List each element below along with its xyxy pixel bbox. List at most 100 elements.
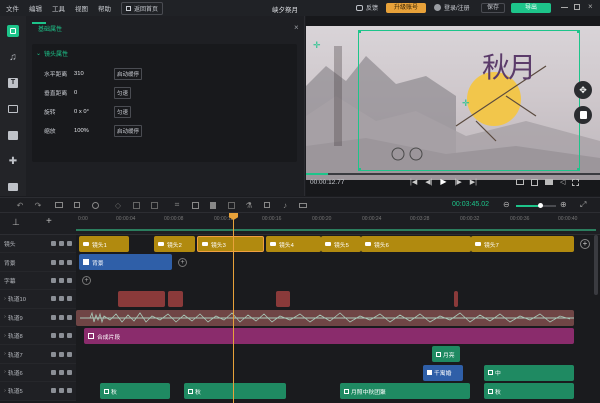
rail-image-button[interactable]	[0, 122, 26, 148]
crop-tool-icon[interactable]: ⌗	[171, 199, 183, 211]
track-controls[interactable]	[51, 388, 72, 394]
track-header-background[interactable]: 背景	[0, 253, 76, 272]
trash-icon[interactable]	[67, 333, 72, 339]
menu-edit[interactable]: 编辑	[29, 3, 42, 13]
property-value-input[interactable]: 310	[74, 71, 114, 77]
maximize-icon[interactable]	[574, 4, 580, 10]
lock-icon[interactable]	[59, 314, 64, 320]
trash-icon[interactable]	[67, 388, 72, 394]
work-area-bar[interactable]	[76, 229, 596, 231]
audio-clip[interactable]	[454, 291, 458, 308]
easing-button[interactable]: 启动缓停	[114, 67, 143, 80]
lens-clip[interactable]: 镜头6	[361, 236, 471, 252]
add-lens-icon[interactable]: +	[580, 239, 590, 249]
chevron-right-icon[interactable]: ›	[4, 296, 6, 302]
audio-clip[interactable]	[168, 291, 183, 308]
upgrade-button[interactable]: 升级账号	[386, 3, 426, 13]
preview-canvas[interactable]: 秋月 ✛ ✛ ✥	[306, 26, 600, 180]
forward-icon[interactable]: |▶	[455, 178, 462, 186]
track-header-10[interactable]: › 轨道10	[0, 290, 76, 309]
rail-lens-button[interactable]	[0, 18, 26, 44]
lens-clip[interactable]: 镜头4	[266, 236, 321, 252]
easing-button[interactable]: 匀速	[114, 105, 132, 118]
menu-file[interactable]: 文件	[6, 3, 19, 13]
crop-icon[interactable]	[531, 178, 538, 186]
add-background-icon[interactable]: +	[178, 258, 187, 267]
track-controls[interactable]	[51, 314, 72, 320]
eye-icon[interactable]	[51, 369, 56, 375]
frame-handle[interactable]	[577, 168, 580, 171]
trash-icon[interactable]	[67, 277, 72, 283]
text-clip[interactable]: 秋	[484, 383, 574, 400]
frame-handle[interactable]	[577, 30, 580, 33]
fit-icon[interactable]: ⤢	[580, 200, 586, 210]
property-value-input[interactable]: 0	[74, 90, 114, 96]
aspect-icon[interactable]	[516, 179, 524, 185]
playhead[interactable]	[233, 215, 234, 403]
eye-icon[interactable]	[51, 333, 56, 339]
eye-icon[interactable]	[51, 277, 56, 283]
lock-icon[interactable]	[59, 369, 64, 375]
lens-clip[interactable]: 镜头7	[471, 236, 574, 252]
fullscreen-icon[interactable]	[572, 178, 580, 186]
export-clip-icon[interactable]	[261, 199, 273, 211]
audio-icon[interactable]: ♪	[279, 199, 291, 211]
chevron-right-icon[interactable]: ›	[4, 351, 6, 357]
lock-icon[interactable]	[59, 351, 64, 357]
track-header-9[interactable]: › 轨道9	[0, 308, 76, 327]
trash-icon[interactable]	[67, 369, 72, 375]
freeze-icon[interactable]	[225, 199, 237, 211]
track-controls[interactable]	[51, 369, 72, 375]
composite-clip[interactable]: 合成片段	[84, 328, 574, 344]
eye-icon[interactable]	[51, 296, 56, 302]
text-clip[interactable]: 秋	[100, 383, 170, 400]
redo-icon[interactable]: ↷	[32, 199, 44, 211]
eye-icon[interactable]	[51, 314, 56, 320]
track-header-5[interactable]: › 轨道5	[0, 382, 76, 401]
track-controls[interactable]	[51, 241, 72, 247]
rail-effects-button[interactable]: ✚	[0, 148, 26, 174]
track-header-8[interactable]: › 轨道8	[0, 327, 76, 346]
volume-icon[interactable]: ◁	[560, 178, 565, 186]
keyframe-icon[interactable]: ◇	[112, 199, 124, 211]
next-icon[interactable]: ▶|	[470, 178, 477, 186]
menu-help[interactable]: 帮助	[98, 3, 111, 13]
home-button[interactable]: 返回首页	[121, 1, 164, 15]
prev-icon[interactable]: |◀	[410, 178, 417, 186]
crosshair-icon[interactable]: ✛	[313, 40, 321, 51]
track-header-6[interactable]: › 轨道6	[0, 363, 76, 383]
zoom-slider-thumb[interactable]	[538, 203, 543, 208]
speed-icon[interactable]	[89, 199, 101, 211]
zoom-in-icon[interactable]: ⊕	[560, 200, 567, 209]
record-icon[interactable]	[53, 199, 65, 211]
undo-icon[interactable]: ↶	[14, 199, 26, 211]
chevron-right-icon[interactable]: ›	[4, 369, 6, 375]
rail-text-button[interactable]: T	[0, 70, 26, 96]
delete-icon[interactable]	[207, 199, 219, 211]
lock-icon[interactable]	[59, 277, 64, 283]
chevron-right-icon[interactable]: ›	[4, 388, 6, 394]
add-track-icon[interactable]: +	[46, 216, 52, 227]
split-icon[interactable]	[71, 199, 83, 211]
chevron-right-icon[interactable]: ›	[4, 333, 6, 339]
lens-clip[interactable]: 镜头1	[79, 236, 129, 252]
snap-icon[interactable]: ⊥	[12, 217, 20, 228]
trash-icon[interactable]	[67, 314, 72, 320]
audio-clip[interactable]	[276, 291, 290, 308]
track-controls[interactable]	[51, 296, 72, 302]
ratio-icon[interactable]	[297, 199, 309, 211]
lock-icon[interactable]	[59, 241, 64, 247]
lock-icon[interactable]	[59, 259, 64, 265]
play-icon[interactable]: ▶	[440, 177, 446, 186]
time-ruler[interactable]: 0:00 00:00:04 00:00:08 00:00:12 00:00:16…	[76, 213, 600, 235]
menu-tools[interactable]: 工具	[52, 3, 65, 13]
move-tool-button[interactable]: ✥	[574, 81, 592, 99]
chevron-right-icon[interactable]: ›	[4, 314, 6, 320]
camera-icon[interactable]	[545, 179, 553, 185]
menu-view[interactable]: 视图	[75, 3, 88, 13]
vertical-scrollbar[interactable]	[594, 235, 598, 295]
close-icon[interactable]: ×	[588, 2, 593, 11]
feedback-button[interactable]: 反馈	[356, 3, 378, 12]
lock-icon[interactable]	[59, 296, 64, 302]
eye-icon[interactable]	[51, 259, 56, 265]
